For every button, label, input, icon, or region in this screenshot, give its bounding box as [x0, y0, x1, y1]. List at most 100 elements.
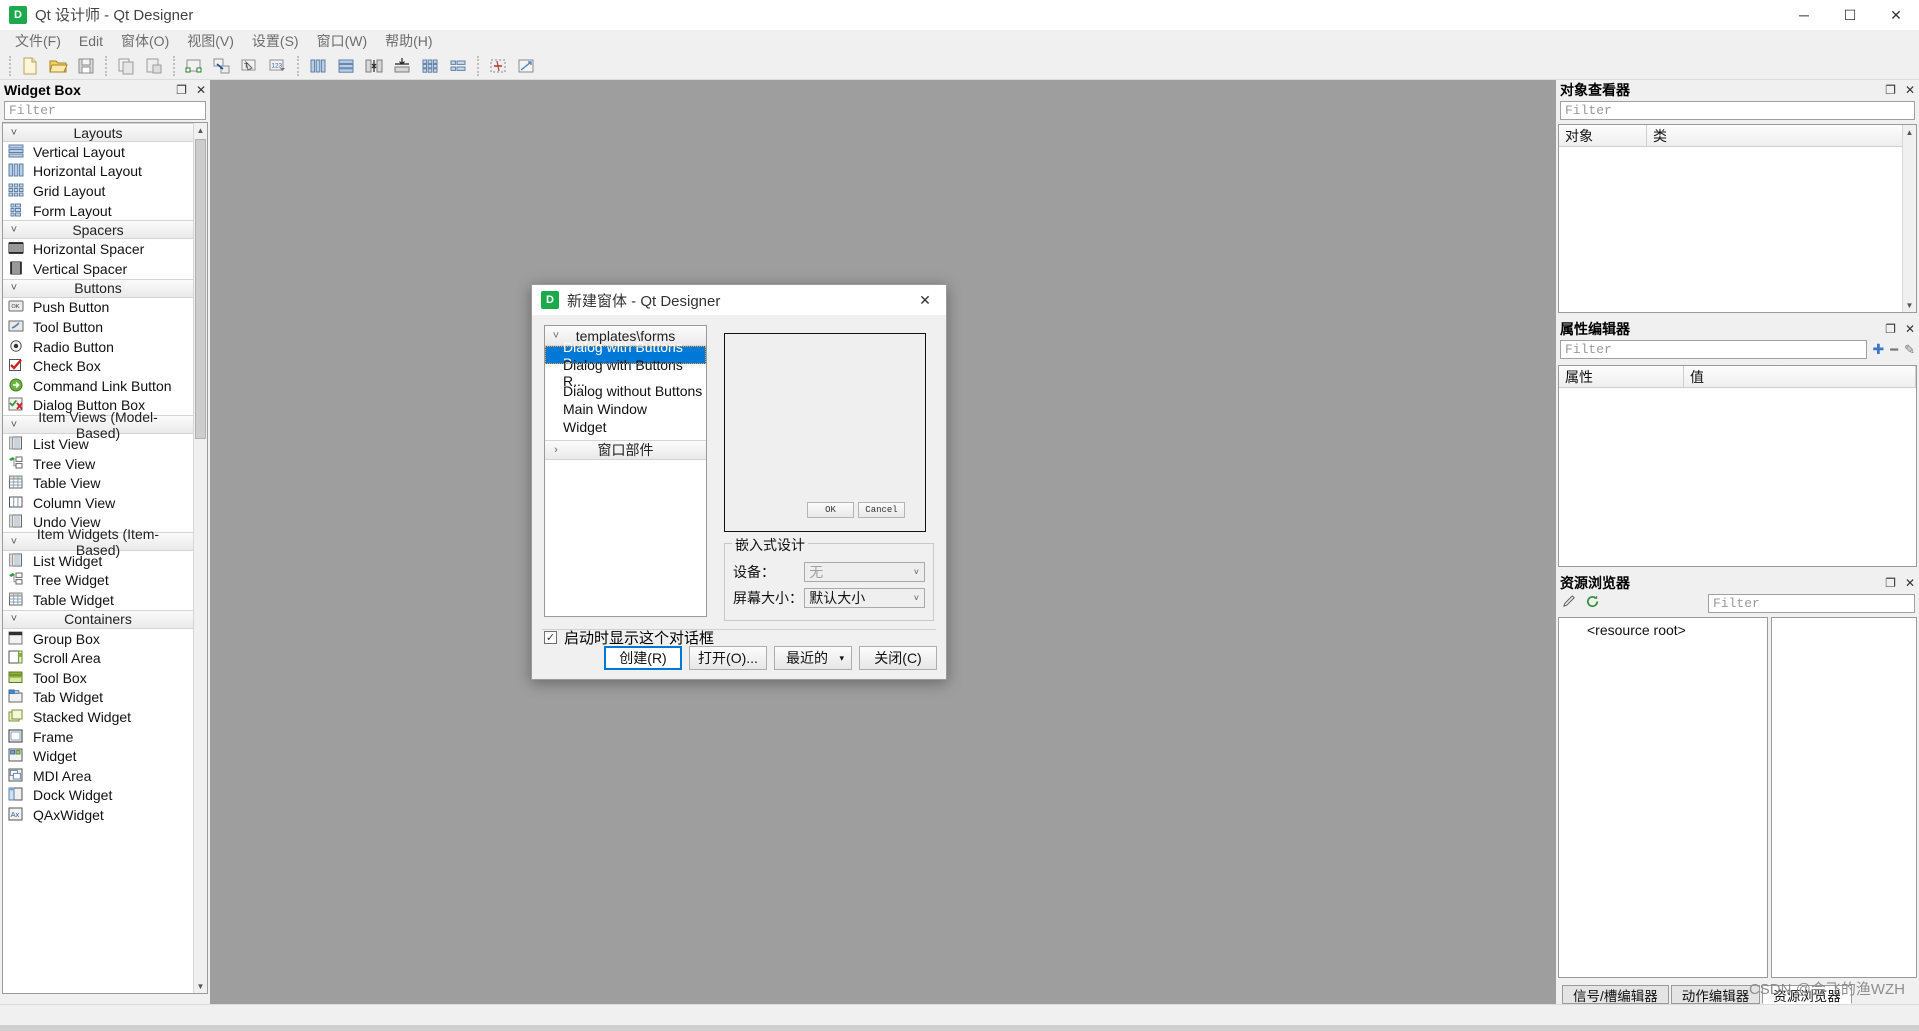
- layout-grid-icon[interactable]: [417, 54, 443, 78]
- create-button[interactable]: 创建(R): [604, 646, 682, 670]
- maximize-button[interactable]: ☐: [1827, 0, 1873, 30]
- resource-tree[interactable]: <resource root>: [1558, 617, 1768, 978]
- widget-box-filter-input[interactable]: Filter: [4, 101, 206, 120]
- edit-signals-slots-icon[interactable]: [209, 54, 235, 78]
- resource-browser-float-icon[interactable]: ❐: [1885, 577, 1896, 589]
- template-group-widgets[interactable]: › 窗口部件: [545, 440, 706, 460]
- minimize-button[interactable]: ─: [1781, 0, 1827, 30]
- layout-splitter-vertical-icon[interactable]: [389, 54, 415, 78]
- widget-item-scroll-area[interactable]: Scroll Area: [3, 648, 193, 668]
- widget-item-qaxwidget[interactable]: Ax QAxWidget: [3, 805, 193, 825]
- widget-item-radio-button[interactable]: Radio Button: [3, 337, 193, 357]
- chevron-down-icon[interactable]: ˅: [3, 282, 25, 294]
- widget-item-vertical-layout[interactable]: Vertical Layout: [3, 142, 193, 162]
- widget-item-tool-box[interactable]: Tool Box: [3, 668, 193, 688]
- object-inspector-filter-input[interactable]: Filter: [1560, 101, 1915, 120]
- object-inspector-float-icon[interactable]: ❐: [1885, 84, 1896, 96]
- column-header-class[interactable]: 类: [1647, 125, 1916, 146]
- widget-item-mdi-area[interactable]: MDI Area: [3, 766, 193, 786]
- resource-browser-filter-input[interactable]: Filter: [1708, 593, 1915, 613]
- widget-item-dock-widget[interactable]: Dock Widget: [3, 786, 193, 806]
- object-inspector-tree[interactable]: 对象 类 ▲ ▼: [1558, 124, 1917, 313]
- layout-splitter-horizontal-icon[interactable]: [361, 54, 387, 78]
- widget-category-buttons[interactable]: ˅ Buttons: [3, 278, 193, 298]
- widget-box-float-icon[interactable]: ❐: [176, 84, 187, 96]
- widget-item-vertical-spacer[interactable]: Vertical Spacer: [3, 259, 193, 279]
- menu-form[interactable]: 窗体(O): [112, 29, 178, 53]
- widget-item-frame[interactable]: Frame: [3, 727, 193, 747]
- template-item-dialog-without-buttons[interactable]: Dialog without Buttons: [545, 382, 706, 400]
- object-inspector-scrollbar[interactable]: ▲ ▼: [1902, 125, 1916, 312]
- menu-file[interactable]: 文件(F): [6, 29, 70, 53]
- adjust-size-icon[interactable]: [513, 54, 539, 78]
- resource-preview-area[interactable]: [1771, 617, 1917, 978]
- checkbox-box[interactable]: ✓: [544, 631, 557, 644]
- new-form-dialog[interactable]: D 新建窗体 - Qt Designer ✕ ˅ templates\forms…: [531, 284, 947, 680]
- scroll-up-arrow[interactable]: ▲: [194, 123, 207, 137]
- menu-edit[interactable]: Edit: [70, 31, 112, 51]
- scroll-up-arrow[interactable]: ▲: [1903, 125, 1916, 139]
- chevron-down-icon[interactable]: ˅: [3, 224, 25, 236]
- widget-category-spacers[interactable]: ˅ Spacers: [3, 220, 193, 240]
- device-select[interactable]: 无 ˅: [804, 562, 925, 582]
- chevron-down-icon[interactable]: ˅: [3, 127, 25, 139]
- widget-item-check-box[interactable]: Check Box: [3, 356, 193, 376]
- edit-tab-order-icon[interactable]: 123: [265, 54, 291, 78]
- close-button[interactable]: ✕: [1873, 0, 1919, 30]
- widget-item-table-widget[interactable]: Table Widget: [3, 590, 193, 610]
- widget-item-grid-layout[interactable]: Grid Layout: [3, 181, 193, 201]
- widget-item-table-view[interactable]: Table View: [3, 473, 193, 493]
- edit-buddies-icon[interactable]: T: [237, 54, 263, 78]
- menu-view[interactable]: 视图(V): [178, 29, 243, 53]
- tab-action-editor[interactable]: 动作编辑器: [1670, 985, 1761, 1004]
- configure-property-icon[interactable]: ✎: [1904, 342, 1915, 358]
- break-layout-icon[interactable]: [485, 54, 511, 78]
- property-editor-close-icon[interactable]: ✕: [1905, 323, 1915, 335]
- menu-window[interactable]: 窗口(W): [308, 29, 377, 53]
- layout-horizontally-icon[interactable]: [305, 54, 331, 78]
- chevron-down-icon[interactable]: ˅: [3, 536, 25, 548]
- save-file-icon[interactable]: [73, 54, 99, 78]
- widget-category-item-views-model-based[interactable]: ˅ Item Views (Model-Based): [3, 409, 193, 441]
- widget-item-group-box[interactable]: Group Box: [3, 629, 193, 649]
- widget-category-item-widgets-item-based[interactable]: ˅ Item Widgets (Item-Based): [3, 526, 193, 558]
- close-dialog-button[interactable]: 关闭(C): [859, 646, 937, 670]
- screen-size-select[interactable]: 默认大小 ˅: [804, 588, 925, 608]
- widget-category-layouts[interactable]: ˅ Layouts: [3, 123, 193, 142]
- widget-box-scrollbar[interactable]: ▲ ▼: [193, 123, 207, 993]
- menu-help[interactable]: 帮助(H): [376, 29, 441, 53]
- menu-settings[interactable]: 设置(S): [243, 29, 308, 53]
- scroll-thumb[interactable]: [195, 139, 206, 439]
- chevron-down-icon[interactable]: ˅: [3, 419, 25, 431]
- property-editor-filter-input[interactable]: Filter: [1560, 340, 1867, 359]
- widget-item-stacked-widget[interactable]: Stacked Widget: [3, 707, 193, 727]
- show-on-startup-checkbox[interactable]: ✓ 启动时显示这个对话框: [544, 627, 714, 648]
- open-file-icon[interactable]: [45, 54, 71, 78]
- widget-item-tree-view[interactable]: Tree View: [3, 454, 193, 474]
- edit-widgets-icon[interactable]: [181, 54, 207, 78]
- chevron-right-icon[interactable]: ›: [545, 444, 567, 456]
- widget-item-tab-widget[interactable]: Tab Widget: [3, 688, 193, 708]
- scroll-down-arrow[interactable]: ▼: [194, 979, 207, 993]
- column-header-value[interactable]: 值: [1684, 366, 1916, 387]
- template-item-dialog-buttons-right[interactable]: Dialog with Buttons R...: [545, 357, 706, 389]
- object-inspector-close-icon[interactable]: ✕: [1905, 84, 1915, 96]
- widget-item-column-view[interactable]: Column View: [3, 493, 193, 513]
- recent-button[interactable]: 最近的 ▾: [774, 646, 852, 670]
- widget-box-list[interactable]: ˅ Layouts Vertical Layout Horizontal Layout…: [2, 122, 208, 994]
- tab-signal-slot-editor[interactable]: 信号/槽编辑器: [1562, 985, 1669, 1004]
- layout-vertically-icon[interactable]: [333, 54, 359, 78]
- chevron-down-icon[interactable]: ˅: [3, 613, 25, 625]
- paste-icon[interactable]: [141, 54, 167, 78]
- template-item-widget[interactable]: Widget: [545, 418, 706, 436]
- widget-box-close-icon[interactable]: ✕: [196, 84, 206, 96]
- property-editor-table[interactable]: 属性 值: [1558, 365, 1917, 567]
- remove-property-icon[interactable]: ━: [1890, 342, 1898, 358]
- column-header-property[interactable]: 属性: [1559, 366, 1684, 387]
- reload-icon[interactable]: [1585, 594, 1600, 613]
- widget-item-tree-widget[interactable]: Tree Widget: [3, 571, 193, 591]
- property-editor-float-icon[interactable]: ❐: [1885, 323, 1896, 335]
- widget-category-containers[interactable]: ˅ Containers: [3, 609, 193, 629]
- resource-root-item[interactable]: <resource root>: [1559, 618, 1767, 638]
- layout-form-icon[interactable]: [445, 54, 471, 78]
